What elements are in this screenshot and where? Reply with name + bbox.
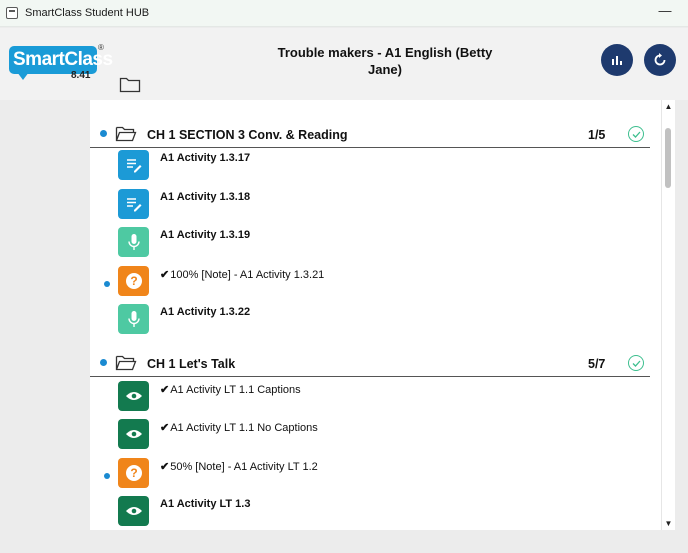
scroll-down-arrow-icon[interactable]: ▼ xyxy=(662,517,675,530)
section-title: CH 1 SECTION 3 Conv. & Reading xyxy=(147,128,348,142)
check-circle-icon xyxy=(628,355,644,371)
app-icon xyxy=(6,7,18,19)
activity-item[interactable]: A1 Activity LT 1.3 xyxy=(90,492,650,530)
activity-label: A1 Activity 1.3.22 xyxy=(160,306,251,318)
activity-item[interactable]: ✔A1 Activity LT 1.1 No Captions xyxy=(90,415,650,453)
microphone-icon xyxy=(118,227,149,257)
unread-dot xyxy=(100,359,107,366)
activity-item[interactable]: A1 Activity 1.3.19 xyxy=(90,223,650,261)
svg-text:?: ? xyxy=(130,466,137,480)
smartclass-logo: SmartClass ® xyxy=(9,43,113,80)
activity-label: ✔50% [Note] - A1 Activity LT 1.2 xyxy=(160,461,318,473)
activity-label: A1 Activity LT 1.3 xyxy=(160,498,251,510)
activity-item[interactable]: ? ✔50% [Note] - A1 Activity LT 1.2 xyxy=(90,454,650,492)
activity-list: CH 1 SECTION 3 Conv. & Reading 1/5 A1 Ac… xyxy=(90,100,675,530)
edit-activity-icon xyxy=(118,150,149,180)
question-icon: ? xyxy=(118,266,149,296)
app-header: SmartClass ® 8.41 Trouble makers - A1 En… xyxy=(0,28,688,100)
activity-item[interactable]: A1 Activity 1.3.22 xyxy=(90,300,650,338)
unread-dot xyxy=(104,473,110,479)
title-bar: SmartClass Student HUB — xyxy=(0,0,688,27)
eye-icon xyxy=(118,419,149,449)
bar-chart-icon xyxy=(612,56,622,65)
minimize-button[interactable]: — xyxy=(642,0,688,27)
activity-label: ✔A1 Activity LT 1.1 No Captions xyxy=(160,422,318,434)
activity-label: ✔A1 Activity LT 1.1 Captions xyxy=(160,384,301,396)
course-title: Trouble makers - A1 English (Betty Jane) xyxy=(277,45,493,77)
logo-registered-mark: ® xyxy=(98,43,104,52)
unread-dot xyxy=(100,130,107,137)
checkmark-icon: ✔ xyxy=(160,269,170,281)
checkmark-icon: ✔ xyxy=(160,422,170,434)
check-circle-icon xyxy=(628,126,644,142)
open-folder-icon xyxy=(115,355,137,371)
section-progress-count: 5/7 xyxy=(588,357,606,371)
activity-item[interactable]: A1 Activity 1.3.17 xyxy=(90,146,650,184)
activity-item[interactable]: ? ✔100% [Note] - A1 Activity 1.3.21 xyxy=(90,262,650,300)
checkmark-icon: ✔ xyxy=(160,384,170,396)
scrollbar-thumb[interactable] xyxy=(665,128,671,188)
statistics-button[interactable] xyxy=(601,44,633,76)
section-header[interactable]: CH 1 SECTION 3 Conv. & Reading 1/5 xyxy=(90,108,650,148)
refresh-button[interactable] xyxy=(644,44,676,76)
activity-label: A1 Activity 1.3.18 xyxy=(160,191,251,203)
activity-label: A1 Activity 1.3.19 xyxy=(160,229,251,241)
folder-icon[interactable] xyxy=(119,75,141,93)
section-progress-count: 1/5 xyxy=(588,128,606,142)
window-title: SmartClass Student HUB xyxy=(25,7,150,19)
logo-text: SmartClass xyxy=(13,49,113,70)
activity-item[interactable]: ✔A1 Activity LT 1.1 Captions xyxy=(90,377,650,415)
app-version: 8.41 xyxy=(71,70,91,81)
activity-label: ✔100% [Note] - A1 Activity 1.3.21 xyxy=(160,269,325,281)
eye-icon xyxy=(118,381,149,411)
vertical-scrollbar[interactable]: ▲ ▼ xyxy=(661,100,675,530)
question-icon: ? xyxy=(118,458,149,488)
section-title: CH 1 Let's Talk xyxy=(147,357,236,371)
microphone-icon xyxy=(118,304,149,334)
refresh-icon xyxy=(654,53,666,66)
activity-item[interactable]: A1 Activity 1.3.18 xyxy=(90,185,650,223)
scroll-up-arrow-icon[interactable]: ▲ xyxy=(662,100,675,113)
edit-activity-icon xyxy=(118,189,149,219)
unread-dot xyxy=(104,281,110,287)
section-header[interactable]: CH 1 Let's Talk 5/7 xyxy=(90,337,650,377)
checkmark-icon: ✔ xyxy=(160,461,170,473)
svg-text:?: ? xyxy=(130,274,137,288)
eye-icon xyxy=(118,496,149,526)
activity-label: A1 Activity 1.3.17 xyxy=(160,152,251,164)
open-folder-icon xyxy=(115,126,137,142)
